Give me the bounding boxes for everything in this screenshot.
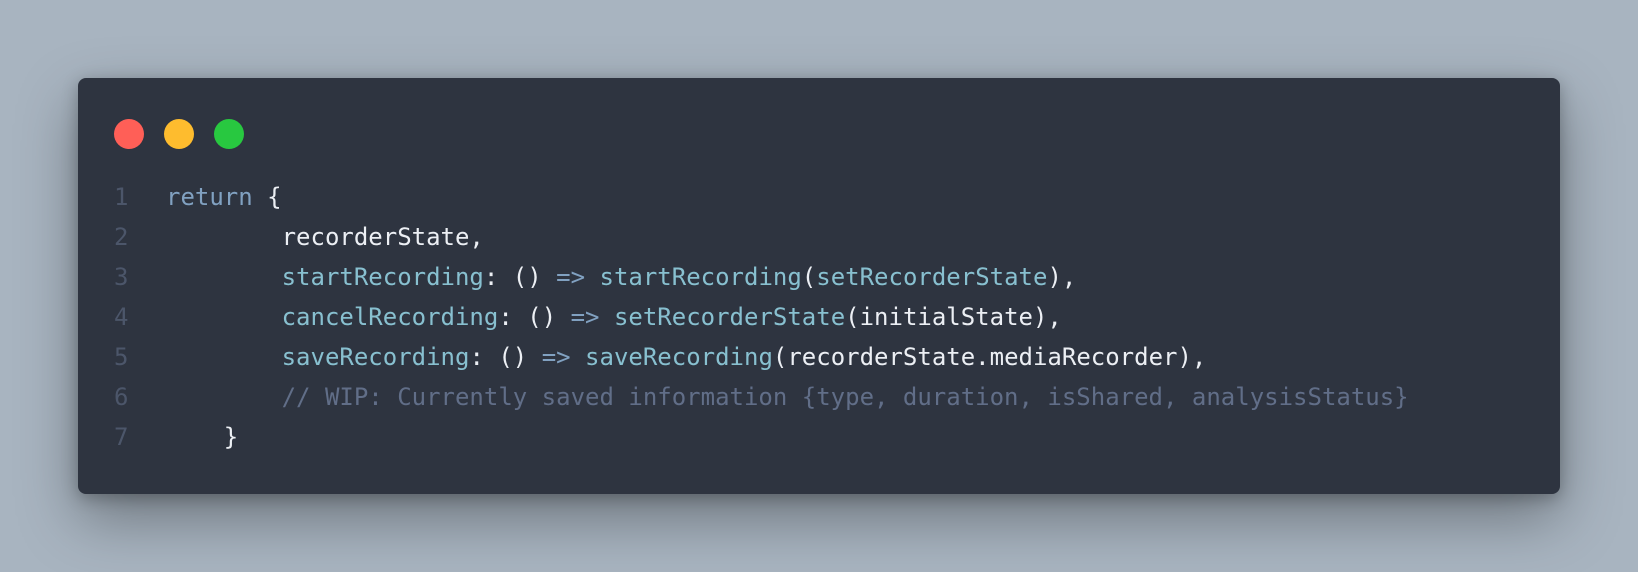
code-token: ( [801,263,817,291]
line-number: 7 [114,423,129,451]
line-source: } [166,417,238,457]
close-button[interactable] [114,119,144,149]
line-number: 3 [114,263,129,291]
line-source: recorderState, [166,217,484,257]
code-token: : () [469,343,542,371]
line-number: 1 [114,183,129,211]
code-token: recorderState, [166,223,484,251]
line-number: 6 [114,383,129,411]
code-token: => [570,303,600,331]
code-line: 5 saveRecording: () => saveRecording(rec… [78,337,1560,377]
zoom-button[interactable] [214,119,244,149]
code-line: 7 } [78,417,1560,457]
code-line: 3 startRecording: () => startRecording(s… [78,257,1560,297]
line-number: 2 [114,223,129,251]
window-controls [114,119,264,149]
line-source: return { [166,177,282,217]
code-line: 6 // WIP: Currently saved information {t… [78,377,1560,417]
code-token: } [166,423,239,451]
code-block: 1 return {2 recorderState, 3 startRecordin… [78,177,1560,457]
code-token: { [252,183,282,211]
code-token: startRecording [281,263,484,291]
code-token: => [556,263,586,291]
code-token: (initialState), [845,303,1062,331]
code-token: : () [498,303,571,331]
line-source: startRecording: () => startRecording(set… [166,257,1077,297]
code-token: => [541,343,571,371]
code-token: setRecorderState [613,303,846,331]
code-token: return [166,183,253,211]
code-token: : () [483,263,557,291]
code-window: 1 return {2 recorderState, 3 startRecordin… [78,78,1560,494]
line-number: 5 [114,343,129,371]
line-source: // WIP: Currently saved information {typ… [166,377,1409,417]
line-source: saveRecording: () => saveRecording(recor… [166,337,1207,377]
line-number: 4 [114,303,129,331]
code-token: saveRecording [585,343,773,371]
line-source: cancelRecording: () => setRecorderState(… [166,297,1062,337]
code-token: setRecorderState [816,263,1048,291]
code-token: cancelRecording [281,303,499,331]
code-line: 1 return { [78,177,1560,217]
code-token: (recorderState.mediaRecorder), [772,343,1207,371]
minimize-button[interactable] [164,119,194,149]
code-token: startRecording [599,263,802,291]
code-token: saveRecording [281,343,470,371]
code-line: 2 recorderState, [78,217,1560,257]
code-token: ), [1047,263,1077,291]
code-token: // WIP: Currently saved information {typ… [281,383,1409,411]
code-line: 4 cancelRecording: () => setRecorderStat… [78,297,1560,337]
